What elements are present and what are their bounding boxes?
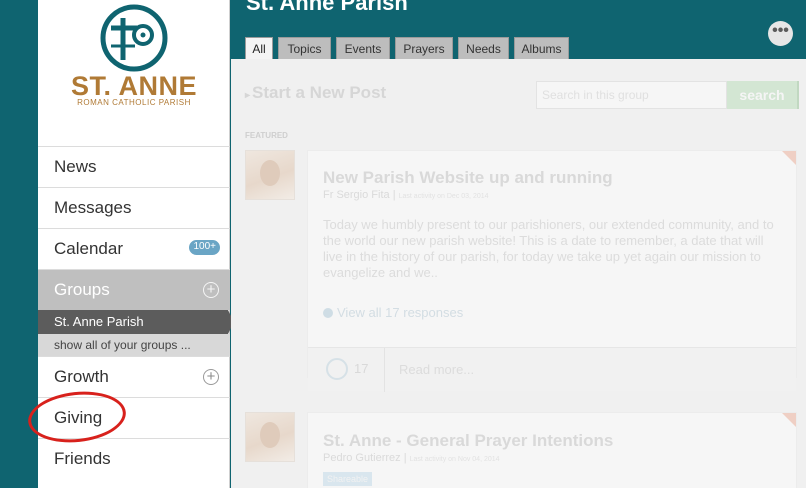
featured-label: FEATURED (245, 131, 288, 140)
sidebar-item-friends[interactable]: Friends (38, 438, 230, 479)
read-more-link[interactable]: Read more... (384, 348, 474, 392)
ellipsis-icon[interactable]: ••• (768, 21, 793, 46)
sidebar-item-label: Groups (54, 280, 110, 299)
post-body: Today we humbly present to our parishion… (323, 217, 774, 280)
start-new-post-toggle[interactable]: ▸ Start a New Post (245, 83, 386, 103)
sidebar-item-label: Growth (54, 367, 109, 386)
sidebar-item-growth[interactable]: Growth + (38, 356, 230, 397)
group-feed: ▸ Start a New Post Search in this group s… (231, 59, 806, 488)
info-icon (323, 308, 333, 318)
view-all-responses-link[interactable]: View all 17 responses (323, 305, 463, 320)
sidebar-item-calendar[interactable]: Calendar 100+ (38, 228, 230, 269)
tab-albums[interactable]: Albums (514, 37, 569, 59)
shareable-tag: Shareable (323, 472, 373, 486)
view-all-label: View all 17 responses (337, 305, 464, 320)
tab-topics[interactable]: Topics (278, 37, 331, 59)
calendar-count-badge: 100+ (189, 240, 220, 255)
post-title[interactable]: New Parish Website up and running (323, 168, 613, 188)
plus-circle-icon[interactable]: + (203, 369, 219, 385)
start-post-label: Start a New Post (252, 83, 387, 102)
heart-icon[interactable] (326, 358, 348, 380)
search-button[interactable]: search (727, 81, 799, 109)
post-title[interactable]: St. Anne - General Prayer Intentions (323, 431, 613, 451)
featured-corner-icon (782, 151, 796, 165)
like-count: 17 (354, 361, 369, 376)
sidebar-item-label: Calendar (54, 239, 123, 258)
tab-all[interactable]: All (245, 37, 273, 61)
sidebar-item-messages[interactable]: Messages (38, 187, 230, 228)
post-card: New Parish Website up and running Fr Ser… (307, 150, 797, 392)
post-footer: 17 Read more... (308, 347, 796, 392)
parish-logo-icon (100, 4, 168, 72)
avatar[interactable] (245, 150, 295, 200)
post-author[interactable]: Fr Sergio Fita (323, 189, 390, 201)
tab-prayers[interactable]: Prayers (395, 37, 453, 59)
plus-circle-icon[interactable]: + (203, 282, 219, 298)
sidebar-item-groups[interactable]: Groups + (38, 269, 230, 310)
post-card: St. Anne - General Prayer Intentions Ped… (307, 412, 797, 488)
featured-corner-icon (782, 413, 796, 427)
post-author[interactable]: Pedro Gutierrez (323, 452, 401, 464)
tab-events[interactable]: Events (336, 37, 390, 59)
avatar[interactable] (245, 412, 295, 462)
tab-needs[interactable]: Needs (458, 37, 509, 59)
show-all-groups-link[interactable]: show all of your groups ... (38, 334, 230, 356)
brand-subtitle: ROMAN CATHOLIC PARISH (77, 98, 191, 107)
sidebar-subitem-st-anne-parish[interactable]: St. Anne Parish (38, 310, 234, 334)
page-title: St. Anne Parish (246, 0, 408, 15)
post-meta: Last activity on Nov 04, 2014 (409, 456, 500, 463)
parish-logo[interactable]: ST. ANNE ROMAN CATHOLIC PARISH (38, 0, 230, 146)
post-meta: Last activity on Dec 03, 2014 (398, 193, 489, 200)
sidebar-item-news[interactable]: News (38, 146, 230, 187)
search-input[interactable]: Search in this group (536, 81, 727, 109)
triangle-right-icon: ▸ (245, 90, 251, 101)
